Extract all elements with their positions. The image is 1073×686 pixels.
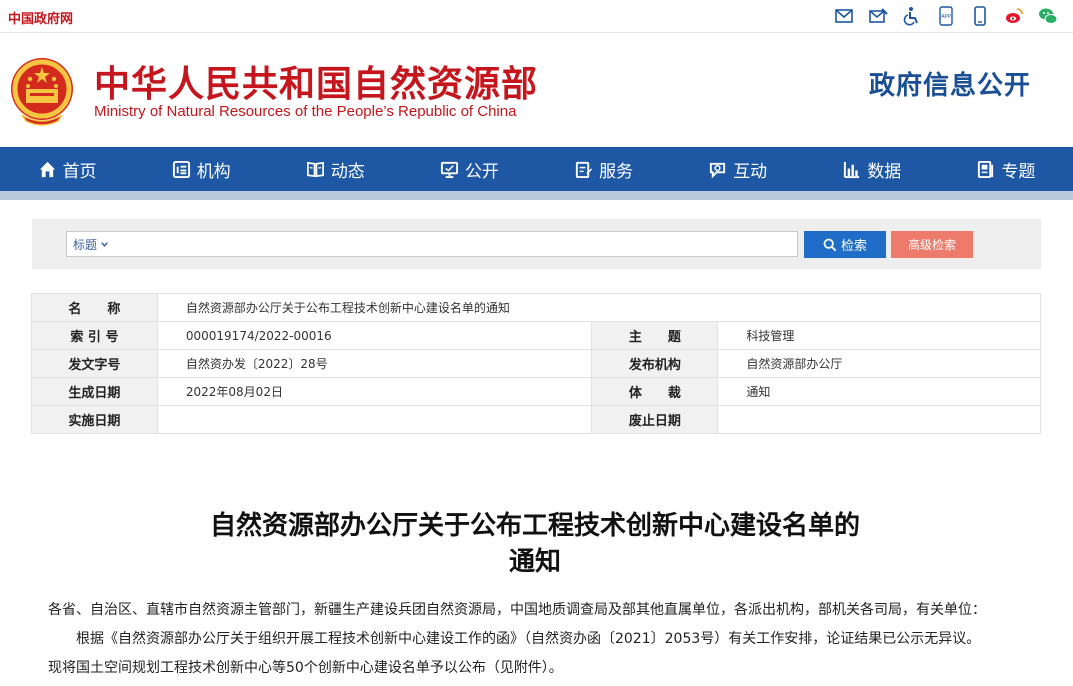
nav-divider bbox=[0, 191, 1073, 200]
meta-issuer-value: 自然资源部办公厅 bbox=[717, 349, 1041, 378]
svg-text:APP: APP bbox=[941, 14, 950, 20]
document-metadata-table: 名 称 自然资源部办公厅关于公布工程技术创新中心建设名单的通知 索 引 号 00… bbox=[31, 293, 1042, 434]
wechat-icon[interactable] bbox=[1037, 5, 1059, 27]
article-title: 自然资源部办公厅关于公布工程技术创新中心建设名单的 通知 bbox=[130, 508, 940, 580]
search-area: 标题 检索 高级检索 bbox=[32, 219, 1041, 269]
service-icon bbox=[575, 161, 593, 178]
monitor-icon bbox=[440, 161, 458, 178]
meta-name-label: 名 称 bbox=[31, 293, 158, 322]
nav-item-label: 专题 bbox=[1001, 161, 1036, 182]
search-icon bbox=[823, 238, 837, 251]
mail-edit-icon[interactable] bbox=[867, 5, 889, 27]
search-type-label: 标题 bbox=[73, 238, 98, 252]
search-button[interactable]: 检索 bbox=[804, 231, 886, 258]
weibo-icon[interactable] bbox=[1003, 5, 1025, 27]
site-subtitle: Ministry of Natural Resources of the Peo… bbox=[94, 103, 517, 120]
nav-item-label: 首页 bbox=[62, 161, 97, 182]
nav-item-org[interactable]: 机构 bbox=[134, 147, 268, 191]
chevron-down-icon bbox=[101, 242, 108, 247]
search-button-label: 检索 bbox=[840, 239, 867, 254]
article-paragraph: 根据《自然资源部办公厅关于组织开展工程技术创新中心建设工作的函》（自然资办函〔2… bbox=[76, 631, 981, 647]
article-title-line: 通知 bbox=[508, 547, 561, 577]
nav-item-public[interactable]: 公开 bbox=[402, 147, 536, 191]
meta-repeal-label: 废止日期 bbox=[591, 405, 719, 434]
book-icon bbox=[306, 161, 324, 177]
table-row: 生成日期 2022年08月02日 体 裁 通知 bbox=[31, 377, 1041, 406]
topic-icon bbox=[978, 160, 994, 178]
meta-repeal-value bbox=[717, 405, 1041, 434]
site-header: 中华人民共和国自然资源部 Ministry of Natural Resourc… bbox=[0, 33, 1073, 147]
meta-date-value: 2022年08月02日 bbox=[156, 377, 593, 406]
nav-item-label: 服务 bbox=[599, 161, 634, 182]
meta-effective-value bbox=[156, 405, 593, 434]
meta-index-value: 000019174/2022-00016 bbox=[156, 321, 593, 350]
meta-effective-label: 实施日期 bbox=[31, 405, 158, 434]
site-title: 中华人民共和国自然资源部 bbox=[94, 64, 539, 105]
top-icon-bar: APP bbox=[833, 5, 1059, 27]
accessibility-icon[interactable] bbox=[901, 5, 923, 27]
app-icon[interactable]: APP bbox=[935, 5, 957, 27]
table-row: 发文字号 自然资办发〔2022〕28号 发布机构 自然资源部办公厅 bbox=[31, 349, 1041, 378]
national-emblem-icon bbox=[11, 58, 73, 126]
meta-topic-label: 主 题 bbox=[591, 321, 719, 350]
meta-issuer-label: 发布机构 bbox=[591, 349, 719, 378]
gov-portal-link[interactable]: 中国政府网 bbox=[8, 8, 73, 27]
home-icon bbox=[39, 161, 55, 177]
search-type-dropdown[interactable]: 标题 bbox=[73, 236, 109, 253]
mail-icon[interactable] bbox=[833, 5, 855, 27]
nav-item-news[interactable]: 动态 bbox=[268, 147, 402, 191]
nav-item-label: 公开 bbox=[464, 161, 499, 182]
meta-doc-no-label: 发文字号 bbox=[31, 349, 158, 378]
chat-icon bbox=[710, 162, 726, 178]
search-box: 标题 bbox=[66, 231, 798, 257]
article-title-line: 自然资源部办公厅关于公布工程技术创新中心建设名单的 bbox=[209, 511, 860, 541]
table-row: 实施日期 废止日期 bbox=[31, 405, 1041, 434]
nav-item-label: 数据 bbox=[867, 161, 902, 182]
section-title: 政府信息公开 bbox=[868, 71, 1031, 101]
nav-item-service[interactable]: 服务 bbox=[537, 147, 671, 191]
nav-item-label: 动态 bbox=[330, 161, 365, 182]
meta-date-label: 生成日期 bbox=[31, 377, 158, 406]
nav-item-label: 机构 bbox=[196, 161, 231, 182]
nav-item-home[interactable]: 首页 bbox=[0, 147, 134, 191]
advanced-search-button[interactable]: 高级检索 bbox=[891, 231, 973, 258]
meta-doc-no-value: 自然资办发〔2022〕28号 bbox=[156, 349, 593, 378]
nav-item-interact[interactable]: 互动 bbox=[671, 147, 805, 191]
meta-topic-value: 科技管理 bbox=[717, 321, 1041, 350]
top-bar: 中国政府网 APP bbox=[0, 0, 1073, 33]
nav-item-data[interactable]: 数据 bbox=[805, 147, 939, 191]
meta-index-label: 索 引 号 bbox=[31, 321, 158, 350]
main-nav: 首页 机构 动态 公开 服务 互动 数据 专题 bbox=[0, 147, 1073, 191]
table-row: 索 引 号 000019174/2022-00016 主 题 科技管理 bbox=[31, 321, 1041, 350]
meta-genre-value: 通知 bbox=[717, 377, 1041, 406]
org-icon bbox=[172, 160, 190, 178]
table-row: 名 称 自然资源部办公厅关于公布工程技术创新中心建设名单的通知 bbox=[31, 293, 1042, 322]
nav-item-label: 互动 bbox=[733, 161, 768, 182]
bar-chart-icon bbox=[844, 161, 860, 178]
mobile-icon[interactable] bbox=[969, 5, 991, 27]
meta-genre-label: 体 裁 bbox=[591, 377, 719, 406]
nav-item-topic[interactable]: 专题 bbox=[939, 147, 1073, 191]
meta-name-value: 自然资源部办公厅关于公布工程技术创新中心建设名单的通知 bbox=[156, 293, 1042, 322]
article-paragraph: 现将国土空间规划工程技术创新中心等50个创新中心建设名单予以公布（见附件）。 bbox=[48, 660, 563, 676]
search-input[interactable] bbox=[127, 234, 791, 256]
article-addressee: 各省、自治区、直辖市自然资源主管部门，新疆生产建设兵团自然资源局，中国地质调查局… bbox=[48, 602, 986, 618]
